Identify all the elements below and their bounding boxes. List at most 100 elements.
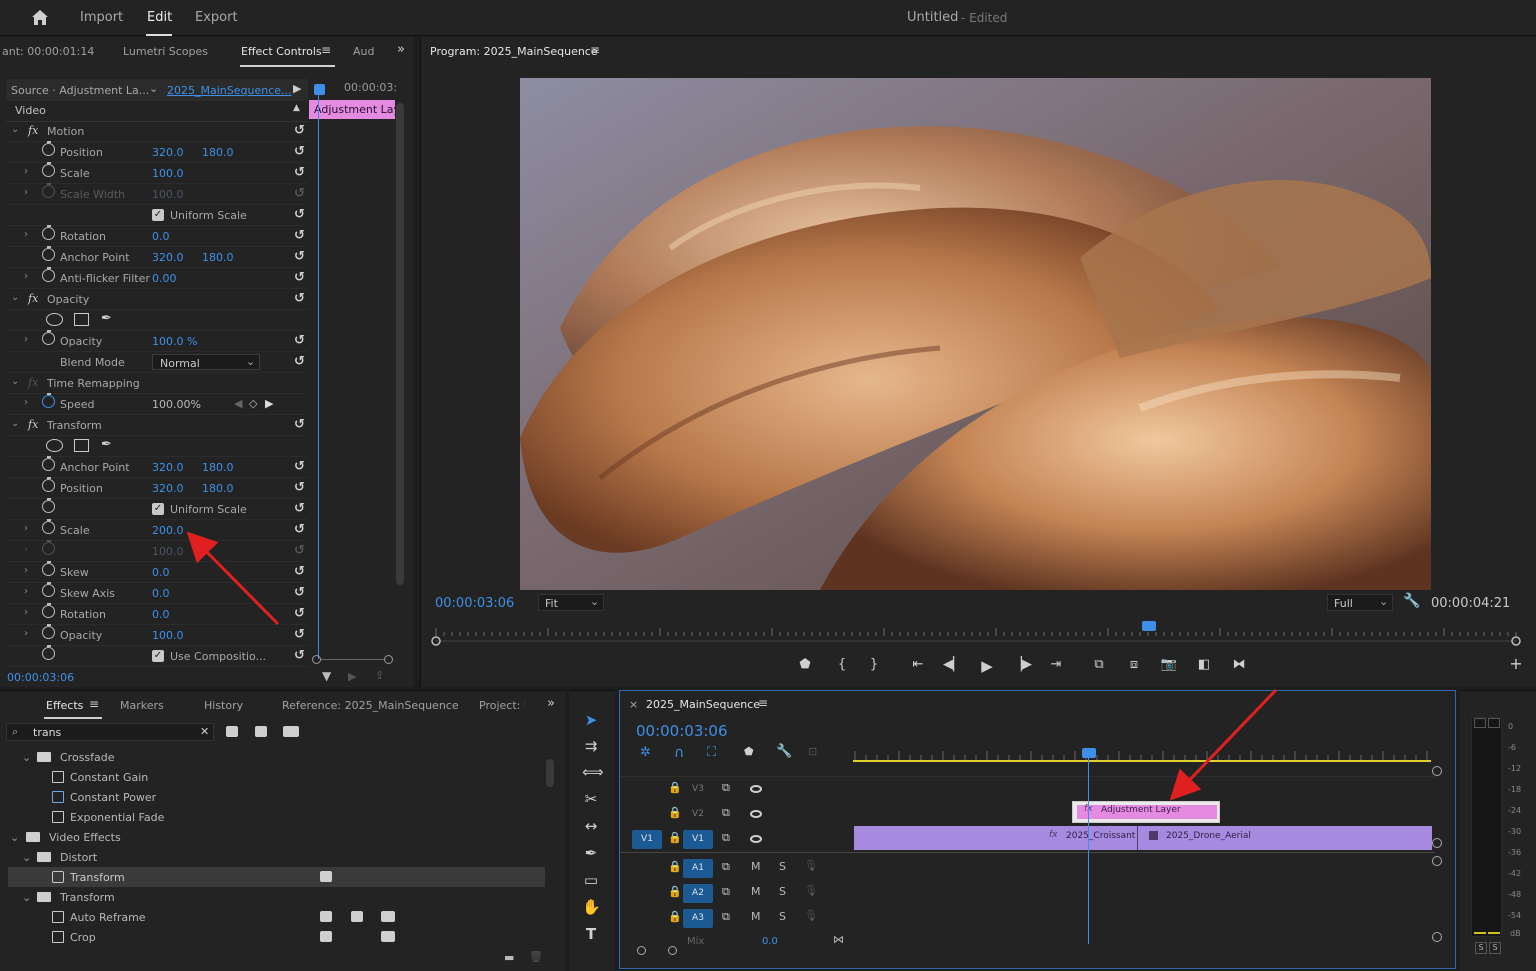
solo-left-button[interactable]: S (1475, 942, 1487, 954)
effects-scrollbar[interactable] (546, 759, 554, 787)
mark-out-icon[interactable]: } (864, 657, 884, 672)
overflow-tabs-icon[interactable]: » (547, 696, 555, 711)
tab-markers[interactable]: Markers (120, 699, 164, 712)
solo-button[interactable]: S (779, 910, 786, 923)
tab-audio[interactable]: Aud (353, 45, 374, 58)
play-icon[interactable]: ▶ (977, 657, 997, 675)
rectangle-tool-icon[interactable]: ▭ (582, 871, 600, 889)
proxy-toggle-icon[interactable]: ⧓ (1229, 657, 1249, 672)
blend-mode-select[interactable]: Normal ⌄ (152, 354, 260, 370)
lift-icon[interactable]: ⧉ (1089, 657, 1109, 672)
solo-button[interactable]: S (779, 860, 786, 873)
drone-aerial-clip[interactable]: 2025_Drone_Aerial (1138, 826, 1432, 850)
solo-right-button[interactable]: S (1489, 942, 1501, 954)
filter-icon[interactable]: ▼ (322, 669, 331, 683)
mute-button[interactable]: M (751, 885, 761, 898)
play-triangle-icon[interactable]: ▶ (293, 82, 301, 95)
lock-icon[interactable]: 🔒 (668, 781, 682, 794)
effects-search-field[interactable]: ⌕ trans ✕ (6, 723, 214, 741)
adjustment-clip-bar[interactable]: Adjustment Lay (309, 100, 395, 119)
hand-tool-icon[interactable]: ✋ (582, 898, 601, 916)
close-sequence-icon[interactable]: × (629, 698, 638, 711)
sync-lock-icon[interactable]: ⧉ (722, 910, 730, 924)
button-editor-plus-icon[interactable]: + (1506, 654, 1526, 673)
stopwatch-icon[interactable] (42, 582, 55, 597)
stopwatch-icon[interactable] (42, 561, 55, 576)
source-label[interactable]: Source · Adjustment La... (11, 84, 149, 97)
mic-icon[interactable]: 🎙 (804, 859, 818, 872)
reset-icon[interactable]: ↺ (294, 480, 305, 495)
yuv-effects-filter-icon[interactable] (283, 726, 299, 737)
comparison-view-icon[interactable]: ◧ (1194, 657, 1214, 672)
reset-icon[interactable]: ↺ (294, 333, 305, 348)
ripple-edit-tool-icon[interactable]: ⟺ (582, 763, 604, 781)
timeline-playhead-head[interactable] (1082, 748, 1096, 758)
list-item-distort[interactable]: ⌄ Distort (8, 847, 545, 867)
zoom-handle-left[interactable] (312, 655, 321, 664)
program-video-frame[interactable] (520, 78, 1431, 590)
reset-icon[interactable]: ↺ (294, 270, 305, 285)
list-item-exponential-fade[interactable]: Exponential Fade (8, 807, 545, 827)
adjustment-layer-clip[interactable]: fx Adjustment Layer (1072, 801, 1220, 823)
panel-menu-icon[interactable]: ≡ (89, 697, 99, 711)
track-target-v2[interactable]: V2 (683, 805, 713, 824)
overflow-tabs-icon[interactable]: » (397, 42, 405, 57)
sync-lock-icon[interactable]: ⧉ (722, 885, 730, 899)
program-timecode[interactable]: 00:00:03:06 (435, 596, 514, 611)
source-patch-v1[interactable]: V1 (632, 830, 662, 849)
menu-edit[interactable]: Edit (147, 10, 172, 25)
camera-icon[interactable]: 📷 (1159, 657, 1179, 672)
reset-icon[interactable]: ↺ (294, 522, 305, 537)
mix-value[interactable]: 0.0 (762, 936, 778, 947)
panel-menu-icon[interactable]: ≡ (758, 696, 768, 710)
list-item-transform-selected[interactable]: Transform (8, 867, 545, 887)
step-forward-icon[interactable]: ▕▶ (1012, 657, 1032, 672)
menu-export[interactable]: Export (195, 10, 238, 25)
h-zoom-handle-right[interactable] (668, 946, 677, 955)
reset-icon[interactable]: ↺ (294, 648, 305, 663)
reset-icon[interactable]: ↺ (294, 165, 305, 180)
track-target-a3[interactable]: A3 (683, 909, 713, 928)
stopwatch-icon[interactable] (42, 603, 55, 618)
captions-icon[interactable]: ⊡ (808, 745, 817, 758)
type-tool-icon[interactable]: T (582, 925, 600, 943)
add-keyframe-icon[interactable]: ◇ (249, 397, 257, 410)
reset-icon[interactable]: ↺ (294, 291, 305, 306)
extract-icon[interactable]: ⧈ (1124, 657, 1144, 672)
tab-lumetri-scopes[interactable]: Lumetri Scopes (123, 45, 208, 58)
wrench-icon[interactable]: 🔧 (1403, 593, 1420, 609)
play-audio-icon[interactable]: ▶ (348, 670, 356, 683)
step-back-icon[interactable]: ◀▏ (943, 657, 963, 672)
program-time-ruler[interactable] (430, 620, 1522, 648)
rectangle-mask-icon[interactable] (74, 313, 89, 326)
pen-mask-icon[interactable]: ✒ (101, 311, 112, 326)
h-zoom-handle-left[interactable] (637, 946, 646, 955)
stopwatch-icon[interactable] (42, 225, 55, 240)
list-item-auto-reframe[interactable]: Auto Reframe (8, 907, 545, 927)
mute-button[interactable]: M (751, 860, 761, 873)
track-target-a1[interactable]: A1 (683, 859, 713, 878)
32bit-effects-filter-icon[interactable] (255, 726, 267, 737)
tab-history[interactable]: History (204, 699, 243, 712)
panel-menu-icon[interactable]: ≡ (321, 43, 331, 57)
track-target-a2[interactable]: A2 (683, 884, 713, 903)
reset-icon[interactable]: ↺ (294, 606, 305, 621)
list-item-crossfade[interactable]: ⌄ Crossfade (8, 747, 545, 767)
sync-lock-icon[interactable]: ⧉ (722, 860, 730, 874)
stopwatch-icon[interactable] (42, 519, 55, 534)
stopwatch-icon[interactable] (42, 498, 55, 513)
accelerated-effects-filter-icon[interactable] (226, 726, 238, 737)
lock-icon[interactable]: 🔒 (668, 910, 682, 923)
ellipse-mask-icon[interactable] (46, 439, 63, 452)
snap-magnet-icon[interactable]: ∩ (674, 745, 684, 761)
reset-icon[interactable]: ↺ (294, 417, 305, 432)
uniform-scale-checkbox[interactable]: ✓ (152, 209, 164, 221)
menu-import[interactable]: Import (80, 10, 123, 25)
list-item-transform-folder[interactable]: ⌄ Transform (8, 887, 545, 907)
collapse-up-icon[interactable]: ▲ (293, 103, 300, 113)
mic-icon[interactable]: 🎙 (804, 909, 818, 922)
zoom-handle-right[interactable] (384, 655, 393, 664)
sequence-link[interactable]: 2025_MainSequence... (167, 84, 292, 97)
slip-tool-icon[interactable]: ↔ (582, 817, 600, 835)
quality-select[interactable]: Full ⌄ (1327, 594, 1393, 611)
